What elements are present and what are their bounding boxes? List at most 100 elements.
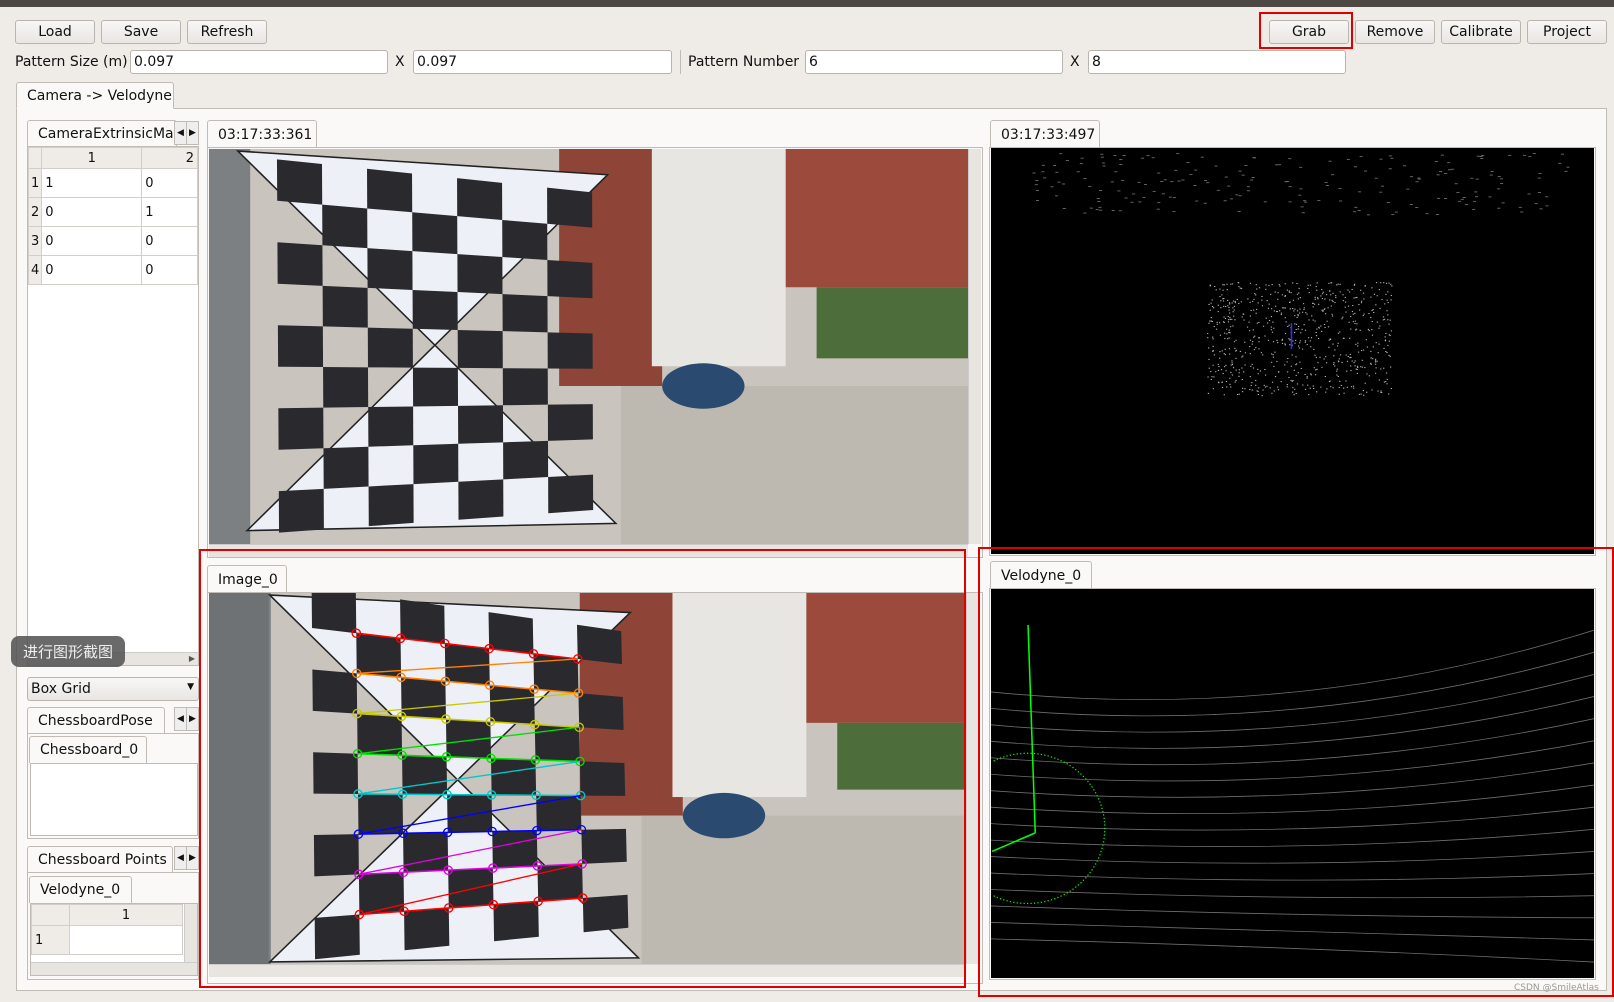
tab-camera-timestamp[interactable]: 03:17:33:361 bbox=[207, 120, 317, 148]
lidar-point bbox=[1222, 284, 1224, 286]
table-cell[interactable]: 0 bbox=[141, 255, 198, 285]
lidar-point bbox=[1305, 312, 1307, 314]
lidar-point bbox=[1221, 350, 1223, 352]
lidar-point bbox=[1035, 180, 1039, 181]
lidar-point bbox=[1255, 312, 1257, 314]
tab-scroll-right-icon[interactable]: ▶ bbox=[186, 121, 199, 145]
box-grid-combobox[interactable]: Box Grid ▼ bbox=[27, 677, 199, 701]
lidar-point bbox=[1215, 371, 1217, 373]
lidar-point bbox=[1409, 204, 1413, 205]
column-header[interactable]: 1 bbox=[41, 147, 143, 169]
lidar-point bbox=[1276, 360, 1278, 362]
lidar-point bbox=[1365, 339, 1367, 341]
lidar-point bbox=[1248, 330, 1251, 332]
lidar-point bbox=[1386, 299, 1388, 301]
lidar-point bbox=[1387, 314, 1389, 316]
table-cell[interactable] bbox=[69, 925, 183, 955]
lidar-point bbox=[1321, 293, 1324, 295]
pattern-number-label: Pattern Number bbox=[688, 54, 800, 70]
lidar-point bbox=[1098, 206, 1102, 208]
horizontal-scrollbar[interactable] bbox=[31, 962, 197, 975]
red-building bbox=[785, 149, 968, 288]
tab-chessboard-pose[interactable]: ChessboardPose bbox=[27, 707, 165, 733]
lidar-point bbox=[1096, 198, 1100, 199]
lidar-point bbox=[1298, 312, 1301, 314]
lidar-point bbox=[1308, 319, 1310, 321]
lidar-point bbox=[1338, 386, 1340, 388]
lidar-point bbox=[1331, 174, 1335, 176]
table-cell[interactable]: 0 bbox=[41, 197, 143, 227]
lidar-point bbox=[1239, 350, 1241, 352]
lidar-point bbox=[1140, 157, 1144, 159]
lidar-point bbox=[1119, 164, 1123, 165]
load-button[interactable]: Load bbox=[15, 20, 95, 44]
tab-scroll-right-icon[interactable]: ▶ bbox=[186, 707, 199, 731]
lidar-point bbox=[1224, 354, 1227, 356]
row-header[interactable]: 1 bbox=[27, 168, 43, 198]
calibrate-button[interactable]: Calibrate bbox=[1441, 20, 1521, 44]
column-header[interactable]: 1 bbox=[69, 904, 183, 926]
lidar-point bbox=[1376, 295, 1378, 297]
table-cell[interactable]: 0 bbox=[41, 226, 143, 256]
project-button[interactable]: Project bbox=[1527, 20, 1607, 44]
lidar-point bbox=[1061, 183, 1066, 185]
lidar-point bbox=[1304, 340, 1307, 342]
row-header[interactable]: 2 bbox=[27, 197, 43, 227]
lidar-point bbox=[1417, 177, 1421, 179]
refresh-button[interactable]: Refresh bbox=[187, 20, 267, 44]
tab-chessboard-0[interactable]: Chessboard_0 bbox=[29, 736, 147, 763]
tab-scroll-right-icon[interactable]: ▶ bbox=[186, 846, 199, 870]
table-cell[interactable]: 0 bbox=[41, 255, 143, 285]
table-cell[interactable]: 1 bbox=[41, 168, 143, 198]
tab-chessboard-points[interactable]: Chessboard Points bbox=[27, 846, 173, 872]
tab-lidar-timestamp[interactable]: 03:17:33:497 bbox=[990, 120, 1100, 148]
lidar-point bbox=[1242, 355, 1244, 357]
lidar-point bbox=[1324, 298, 1326, 300]
table-row: 300 bbox=[27, 226, 198, 256]
lidar-point bbox=[1415, 207, 1419, 209]
remove-button[interactable]: Remove bbox=[1355, 20, 1435, 44]
lidar-point bbox=[1387, 302, 1389, 304]
lidar-point bbox=[1306, 376, 1308, 378]
row-header[interactable]: 3 bbox=[27, 226, 43, 256]
lidar-point bbox=[1251, 177, 1255, 178]
vertical-scrollbar[interactable] bbox=[184, 904, 197, 962]
lidar-point bbox=[1083, 212, 1087, 214]
vertical-scrollbar[interactable] bbox=[968, 149, 981, 544]
lidar-point bbox=[1298, 347, 1301, 349]
row-header[interactable]: 4 bbox=[27, 255, 43, 285]
lidar-point bbox=[1241, 367, 1243, 369]
lidar-point bbox=[1095, 209, 1099, 211]
lidar-point bbox=[1390, 299, 1392, 301]
grab-button[interactable]: Grab bbox=[1269, 20, 1349, 44]
table-cell[interactable]: 0 bbox=[141, 226, 198, 256]
lidar-point bbox=[1157, 202, 1161, 204]
chessboard-square bbox=[412, 367, 459, 407]
lidar-pointcloud-view[interactable] bbox=[991, 148, 1594, 554]
lidar-point bbox=[1121, 179, 1125, 181]
pattern-number-x-input[interactable]: 6 bbox=[805, 50, 1063, 74]
tab-velodyne-0-points[interactable]: Velodyne_0 bbox=[29, 876, 132, 903]
pattern-size-x-input[interactable]: 0.097 bbox=[130, 50, 388, 74]
chessboard-square bbox=[322, 285, 368, 328]
save-button[interactable]: Save bbox=[101, 20, 181, 44]
lidar-point bbox=[1076, 171, 1080, 173]
pattern-number-y-input[interactable]: 8 bbox=[1088, 50, 1346, 74]
tab-camera-velodyne[interactable]: Camera -> Velodyne bbox=[16, 82, 174, 109]
table-cell[interactable]: 1 bbox=[141, 197, 198, 227]
lidar-point bbox=[1231, 364, 1234, 366]
lidar-point bbox=[1362, 315, 1364, 317]
lidar-point bbox=[1291, 354, 1293, 356]
table-cell[interactable]: 0 bbox=[141, 168, 198, 198]
pattern-size-y-input[interactable]: 0.097 bbox=[413, 50, 672, 74]
lidar-point bbox=[1281, 338, 1284, 340]
lidar-point bbox=[1249, 376, 1251, 378]
screenshot-tooltip: 进行图形截图 bbox=[11, 636, 125, 667]
lidar-point bbox=[1264, 374, 1267, 376]
lidar-point bbox=[1269, 387, 1271, 389]
column-header[interactable]: 2 bbox=[141, 147, 198, 169]
lidar-point bbox=[1388, 354, 1390, 356]
row-header[interactable]: 1 bbox=[31, 925, 70, 955]
chessboard-square bbox=[323, 446, 369, 489]
tab-camera-extrinsic-mat[interactable]: CameraExtrinsicMat bbox=[27, 120, 177, 146]
